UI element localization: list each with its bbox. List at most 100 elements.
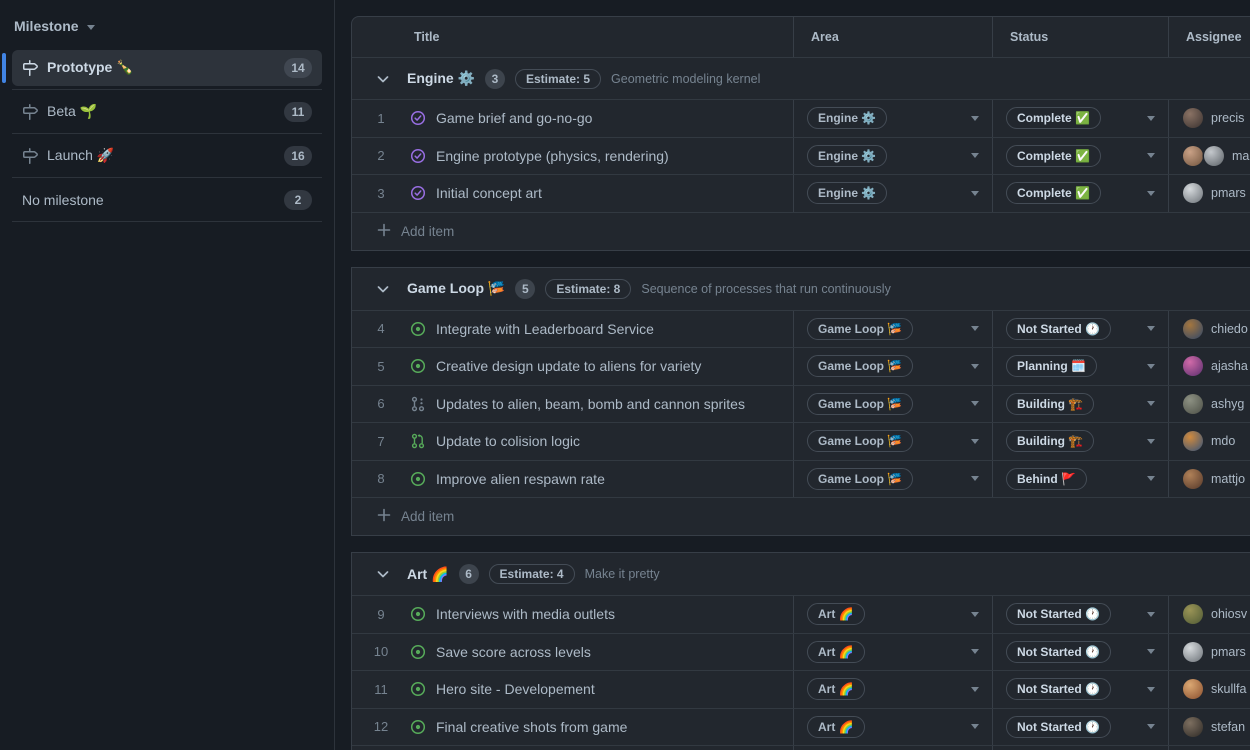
assignee-cell[interactable]: pmars bbox=[1168, 634, 1250, 671]
dropdown-caret-icon[interactable] bbox=[971, 724, 979, 729]
dropdown-caret-icon[interactable] bbox=[1147, 326, 1155, 331]
area-chip[interactable]: Game Loop 🎏 bbox=[807, 430, 913, 452]
row-title[interactable]: Final creative shots from game bbox=[436, 719, 627, 735]
row-title[interactable]: Creative design update to aliens for var… bbox=[436, 358, 701, 374]
row-title[interactable]: Improve alien respawn rate bbox=[436, 471, 605, 487]
row-title[interactable]: Initial concept art bbox=[436, 185, 542, 201]
dropdown-caret-icon[interactable] bbox=[971, 687, 979, 692]
dropdown-caret-icon[interactable] bbox=[1147, 364, 1155, 369]
area-chip[interactable]: Engine ⚙️ bbox=[807, 182, 887, 204]
status-chip[interactable]: Building 🏗️ bbox=[1006, 430, 1094, 452]
assignee-cell[interactable]: ohiosv bbox=[1168, 596, 1250, 633]
issue-open-icon bbox=[410, 681, 426, 697]
status-chip[interactable]: Not Started 🕐 bbox=[1006, 678, 1111, 700]
status-chip[interactable]: Behind 🚩 bbox=[1006, 468, 1087, 490]
status-chip[interactable]: Complete ✅ bbox=[1006, 107, 1101, 129]
add-item-button[interactable]: Add item bbox=[352, 497, 1250, 535]
dropdown-caret-icon[interactable] bbox=[1147, 612, 1155, 617]
avatar bbox=[1183, 469, 1203, 489]
add-item-button[interactable]: Add item bbox=[352, 212, 1250, 250]
status-chip[interactable]: Not Started 🕐 bbox=[1006, 603, 1111, 625]
row-number: 6 bbox=[352, 386, 410, 423]
dropdown-caret-icon[interactable] bbox=[971, 612, 979, 617]
area-chip[interactable]: Art 🌈 bbox=[807, 716, 865, 738]
row-title[interactable]: Interviews with media outlets bbox=[436, 606, 615, 622]
area-chip[interactable]: Game Loop 🎏 bbox=[807, 355, 913, 377]
assignee-cell[interactable]: precis bbox=[1168, 100, 1250, 137]
dropdown-caret-icon[interactable] bbox=[971, 649, 979, 654]
area-chip[interactable]: Engine ⚙️ bbox=[807, 107, 887, 129]
row-title[interactable]: Game brief and go-no-go bbox=[436, 110, 592, 126]
column-header-title[interactable]: Title bbox=[352, 17, 793, 57]
dropdown-caret-icon[interactable] bbox=[1147, 401, 1155, 406]
dropdown-caret-icon[interactable] bbox=[971, 153, 979, 158]
row-title[interactable]: Updates to alien, beam, bomb and cannon … bbox=[436, 396, 745, 412]
column-header-assignee[interactable]: Assignee bbox=[1168, 17, 1250, 57]
dropdown-caret-icon[interactable] bbox=[1147, 724, 1155, 729]
row-title[interactable]: Engine prototype (physics, rendering) bbox=[436, 148, 669, 164]
status-chip[interactable]: Building 🏗️ bbox=[1006, 393, 1094, 415]
collapse-chevron-icon[interactable] bbox=[375, 71, 391, 87]
row-number: 2 bbox=[352, 138, 410, 175]
row-number: 10 bbox=[352, 634, 410, 671]
assignee-cell[interactable]: mattjo bbox=[1168, 461, 1250, 498]
row-title[interactable]: Hero site - Developement bbox=[436, 681, 595, 697]
area-chip[interactable]: Game Loop 🎏 bbox=[807, 393, 913, 415]
status-chip[interactable]: Complete ✅ bbox=[1006, 145, 1101, 167]
column-header-status[interactable]: Status bbox=[992, 17, 1168, 57]
assignee-cell[interactable]: ajasha bbox=[1168, 348, 1250, 385]
assignee-cell[interactable]: mdo bbox=[1168, 423, 1250, 460]
sidebar-item-prototype[interactable]: Prototype 🍾 14 bbox=[12, 46, 322, 90]
table-row: 12 Final creative shots from game Art 🌈 … bbox=[352, 708, 1250, 746]
row-title[interactable]: Save score across levels bbox=[436, 644, 591, 660]
dropdown-caret-icon[interactable] bbox=[1147, 649, 1155, 654]
dropdown-caret-icon[interactable] bbox=[1147, 191, 1155, 196]
sidebar-group-by-header[interactable]: Milestone bbox=[0, 0, 334, 46]
collapse-chevron-icon[interactable] bbox=[375, 281, 391, 297]
issue-open-icon bbox=[410, 358, 426, 374]
dropdown-caret-icon[interactable] bbox=[1147, 116, 1155, 121]
status-chip[interactable]: Not Started 🕐 bbox=[1006, 716, 1111, 738]
dropdown-caret-icon[interactable] bbox=[1147, 439, 1155, 444]
sidebar-item-launch[interactable]: Launch 🚀 16 bbox=[12, 134, 322, 178]
sidebar-item-no-milestone[interactable]: No milestone 2 bbox=[12, 178, 322, 222]
column-header-area[interactable]: Area bbox=[793, 17, 992, 57]
status-chip[interactable]: Not Started 🕐 bbox=[1006, 641, 1111, 663]
status-chip[interactable]: Planning 🗓️ bbox=[1006, 355, 1097, 377]
dropdown-caret-icon[interactable] bbox=[971, 116, 979, 121]
row-number: 5 bbox=[352, 348, 410, 385]
avatar bbox=[1183, 108, 1203, 128]
area-chip[interactable]: Art 🌈 bbox=[807, 603, 865, 625]
dropdown-caret-icon[interactable] bbox=[971, 191, 979, 196]
dropdown-caret-icon[interactable] bbox=[1147, 476, 1155, 481]
dropdown-caret-icon[interactable] bbox=[971, 439, 979, 444]
collapse-chevron-icon[interactable] bbox=[375, 566, 391, 582]
milestone-icon bbox=[22, 104, 38, 120]
row-title[interactable]: Update to colision logic bbox=[436, 433, 580, 449]
area-chip[interactable]: Art 🌈 bbox=[807, 678, 865, 700]
row-title[interactable]: Integrate with Leaderboard Service bbox=[436, 321, 654, 337]
dropdown-caret-icon[interactable] bbox=[971, 401, 979, 406]
area-chip[interactable]: Game Loop 🎏 bbox=[807, 468, 913, 490]
dropdown-caret-icon[interactable] bbox=[971, 364, 979, 369]
sidebar-item-beta[interactable]: Beta 🌱 11 bbox=[12, 90, 322, 134]
group-estimate-pill: Estimate: 8 bbox=[545, 279, 631, 299]
status-chip[interactable]: Not Started 🕐 bbox=[1006, 318, 1111, 340]
dropdown-caret-icon[interactable] bbox=[971, 326, 979, 331]
assignee-cell[interactable]: ma bbox=[1168, 138, 1250, 175]
group-header-art: Art 🌈 6 Estimate: 4 Make it pretty bbox=[352, 553, 1250, 595]
assignee-cell[interactable]: pmars bbox=[1168, 175, 1250, 212]
area-chip[interactable]: Engine ⚙️ bbox=[807, 145, 887, 167]
assignee-cell[interactable]: stefan bbox=[1168, 709, 1250, 746]
table-row: 11 Hero site - Developement Art 🌈 Not St… bbox=[352, 670, 1250, 708]
dropdown-caret-icon[interactable] bbox=[971, 476, 979, 481]
dropdown-caret-icon[interactable] bbox=[1147, 687, 1155, 692]
assignee-cell[interactable]: ashyg bbox=[1168, 386, 1250, 423]
assignee-cell[interactable]: chiedo bbox=[1168, 311, 1250, 348]
row-number: 12 bbox=[352, 709, 410, 746]
dropdown-caret-icon[interactable] bbox=[1147, 153, 1155, 158]
area-chip[interactable]: Game Loop 🎏 bbox=[807, 318, 913, 340]
assignee-cell[interactable]: skullfa bbox=[1168, 671, 1250, 708]
status-chip[interactable]: Complete ✅ bbox=[1006, 182, 1101, 204]
area-chip[interactable]: Art 🌈 bbox=[807, 641, 865, 663]
